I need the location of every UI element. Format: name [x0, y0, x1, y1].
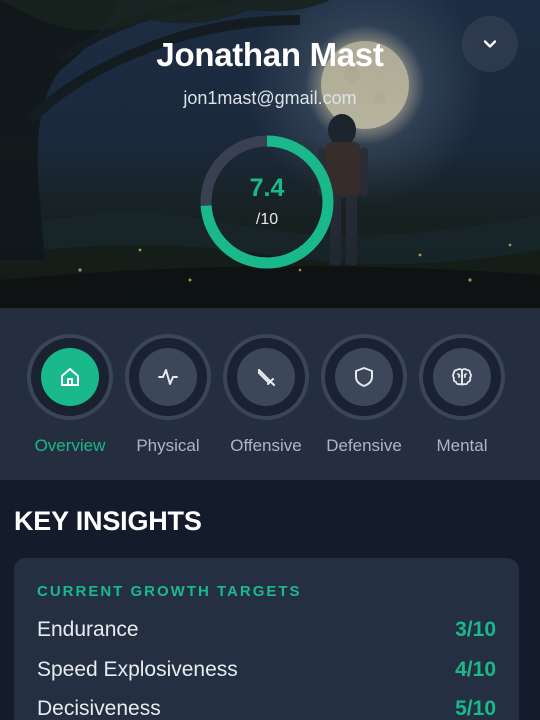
target-row: Decisiveness 5/10: [37, 697, 496, 720]
target-value: 3/10: [455, 618, 496, 641]
collapse-button[interactable]: [462, 16, 518, 72]
category-physical[interactable]: Physical: [120, 334, 216, 464]
score-value: 7.4: [249, 174, 285, 202]
profile-hero: Jonathan Mast jon1mast@gmail.com 7.4 /10: [0, 0, 540, 308]
target-row: Endurance 3/10: [37, 618, 496, 648]
target-label: Endurance: [37, 618, 139, 641]
category-mental[interactable]: Mental: [414, 334, 510, 464]
home-icon: [61, 368, 79, 386]
profile-email: jon1mast@gmail.com: [183, 88, 357, 108]
category-nav: Overview Physical Offensive Defensive Me…: [0, 308, 540, 480]
card-heading: CURRENT GROWTH TARGETS: [37, 583, 302, 600]
category-overview[interactable]: Overview: [22, 334, 118, 464]
score-max: /10: [255, 211, 279, 228]
activity-icon: [158, 369, 178, 385]
category-defensive[interactable]: Defensive: [316, 334, 412, 464]
brain-icon: [452, 368, 472, 386]
profile-name: Jonathan Mast: [156, 36, 384, 73]
target-value: 4/10: [455, 658, 496, 681]
chevron-down-icon: [483, 40, 497, 48]
overall-score-ring: 7.4 /10: [199, 134, 335, 270]
target-label: Decisiveness: [37, 697, 161, 720]
section-title: KEY INSIGHTS: [14, 506, 202, 536]
category-label: Mental: [436, 436, 488, 455]
target-value: 5/10: [455, 697, 496, 720]
sword-icon: [258, 369, 275, 386]
growth-targets-card: CURRENT GROWTH TARGETS Endurance 3/10 Sp…: [14, 558, 519, 720]
target-label: Speed Explosiveness: [37, 658, 238, 681]
category-offensive[interactable]: Offensive: [218, 334, 314, 464]
shield-icon: [355, 367, 373, 387]
target-row: Speed Explosiveness 4/10: [37, 658, 496, 688]
